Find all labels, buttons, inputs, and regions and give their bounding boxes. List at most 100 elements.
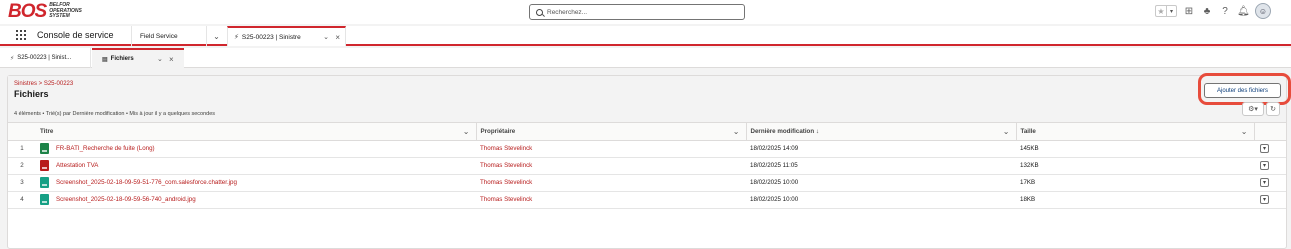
chevron-down-icon[interactable]: ⌄ [157,55,163,63]
header-icons: ★ ▾ ⊞ ♣ ? 🔔︎ ☺ [1155,3,1271,19]
table-row: 4 Screenshot_2025-02-18-09-59-56-740_and… [8,191,1286,209]
file-title-cell: Screenshot_2025-02-18-09-59-51-776_com.s… [36,174,476,192]
chevron-down-icon: ▾ [1262,146,1266,152]
row-action-menu-button[interactable]: ▾ [1260,195,1269,204]
bolt-icon: ⚡︎ [10,55,15,62]
chevron-down-icon[interactable]: ▾ [1166,6,1176,16]
file-title-link[interactable]: Screenshot_2025-02-18-09-59-51-776_com.s… [56,179,237,186]
chevron-down-icon[interactable]: ⌄ [733,127,740,136]
column-label: Taille [1020,127,1036,135]
workspace-tab-label: S25-00223 | Sinistre [241,33,301,41]
row-number: 1 [8,140,36,158]
subtab-sinistre[interactable]: ⚡︎ S25-00223 | Sinist... [0,48,91,68]
chevron-down-icon: ▾ [1262,163,1266,169]
bos-logo[interactable]: BOS BELFOR OPERATIONS SYSTEM [8,2,82,21]
row-actions-cell: ▾ [1254,157,1286,175]
column-header-size[interactable]: Taille ⌄ [1015,123,1254,141]
navigation-menu-value: Field Service [140,32,178,40]
chevron-down-icon[interactable]: ⌄ [323,33,329,41]
file-title-cell: Screenshot_2025-02-18-09-59-56-740_andro… [36,191,476,209]
column-header-title[interactable]: Titre ⌄ [36,123,476,141]
subtab-bar: ⚡︎ S25-00223 | Sinist... ▤ Fichiers ⌄ × [0,48,1291,68]
navigation-menu-dropdown[interactable]: Field Service ⌄ [131,26,226,46]
help-icon[interactable]: ? [1219,6,1231,17]
column-label: Propriétaire [480,127,516,135]
owner-link[interactable]: Thomas Stevelinck [476,191,746,209]
nav-bar: Console de service Field Service ⌄ ⚡︎ S2… [0,26,1291,46]
pdf-file-icon [40,160,49,171]
file-title-link[interactable]: Screenshot_2025-02-18-09-59-56-740_andro… [56,196,196,203]
files-table: Titre ⌄ Propriétaire ⌄ Dernière modificati… [8,123,1286,209]
files-list-card: Sinistres > S25-00223 Fichiers 4 élément… [7,73,1291,249]
chevron-down-icon[interactable]: ⌄ [206,26,226,46]
table-row: 1 FR-BATI_Recherche de fuite (Long) Thom… [8,140,1286,158]
row-action-menu-button[interactable]: ▾ [1260,178,1269,187]
trailhead-icon[interactable]: ♣ [1201,6,1213,17]
column-header-num [8,123,36,141]
row-actions-cell: ▾ [1254,140,1286,158]
row-action-menu-button[interactable]: ▾ [1260,144,1269,153]
row-actions-cell: ▾ [1254,174,1286,192]
search-placeholder: Recherchez... [547,8,588,16]
search-icon [536,8,543,16]
row-number: 3 [8,174,36,192]
subtab-fichiers[interactable]: ▤ Fichiers ⌄ × [92,48,184,68]
app-name: Console de service [37,30,114,40]
refresh-icon: ↻ [1270,106,1276,113]
row-action-menu-button[interactable]: ▾ [1260,161,1269,170]
file-title-link[interactable]: Attestation TVA [56,162,98,169]
file-title-cell: FR-BATI_Recherche de fuite (Long) [36,140,476,158]
column-header-modified[interactable]: Dernière modification ↓ ⌄ [745,123,1016,141]
subtab-label: Fichiers [110,56,134,62]
add-files-button[interactable]: Ajouter des fichiers [1204,83,1281,98]
list-settings-button[interactable]: ⚙︎▾ [1242,102,1264,116]
star-icon[interactable]: ★ [1156,6,1166,16]
file-size: 17KB [1016,174,1254,192]
row-number: 2 [8,157,36,175]
close-icon[interactable]: × [169,55,174,64]
global-search-input[interactable]: Recherchez... [529,4,745,20]
refresh-button[interactable]: ↻ [1266,102,1280,116]
table-row: 2 Attestation TVA Thomas Stevelinck 18/0… [8,157,1286,175]
image-file-icon [40,177,49,188]
row-actions-cell: ▾ [1254,191,1286,209]
global-header: BOS BELFOR OPERATIONS SYSTEM Recherchez.… [0,0,1291,24]
modified-date: 18/02/2025 14:09 [746,140,1016,158]
row-number: 4 [8,191,36,209]
logo-wordmark: BELFOR OPERATIONS SYSTEM [49,3,82,20]
modified-date: 18/02/2025 10:00 [746,191,1016,209]
excel-file-icon [40,143,49,154]
add-icon[interactable]: ⊞ [1183,6,1195,17]
column-header-owner[interactable]: Propriétaire ⌄ [475,123,746,141]
files-icon: ▤ [102,56,108,63]
logo-line-3: SYSTEM [49,13,70,20]
table-header-row: Titre ⌄ Propriétaire ⌄ Dernière modificati… [8,123,1286,141]
chevron-down-icon[interactable]: ⌄ [1003,127,1010,136]
list-meta: 4 éléments • Trié(s) par Dernière modifi… [14,111,216,117]
bolt-icon: ⚡︎ [234,34,239,41]
chevron-down-icon: ▾ [1262,197,1266,203]
page-title: Fichiers [14,89,49,99]
owner-link[interactable]: Thomas Stevelinck [476,174,746,192]
favorites-group: ★ ▾ [1155,5,1177,17]
chevron-down-icon[interactable]: ⌄ [463,127,470,136]
table-row: 3 Screenshot_2025-02-18-09-59-51-776_com… [8,174,1286,192]
column-label: Titre [40,127,54,135]
chevron-down-icon[interactable]: ⌄ [1241,127,1248,136]
workspace-tab-sinistre[interactable]: ⚡︎ S25-00223 | Sinistre ⌄ × [227,26,346,46]
owner-link[interactable]: Thomas Stevelinck [476,140,746,158]
gear-icon: ⚙︎▾ [1248,106,1258,113]
bell-icon[interactable]: 🔔︎ [1237,6,1250,17]
close-icon[interactable]: × [335,33,340,42]
subtab-label: S25-00223 | Sinist... [17,55,72,61]
breadcrumb[interactable]: Sinistres > S25-00223 [14,81,73,87]
logo-mark: BOS [8,1,47,22]
file-size: 18KB [1016,191,1254,209]
list-header: Sinistres > S25-00223 Fichiers 4 élément… [8,73,1291,123]
owner-link[interactable]: Thomas Stevelinck [476,157,746,175]
column-header-actions [1253,123,1286,141]
file-title-link[interactable]: FR-BATI_Recherche de fuite (Long) [56,145,155,152]
app-launcher-icon[interactable] [16,30,26,40]
chevron-down-icon: ▾ [1262,180,1266,186]
avatar[interactable]: ☺ [1255,3,1271,19]
